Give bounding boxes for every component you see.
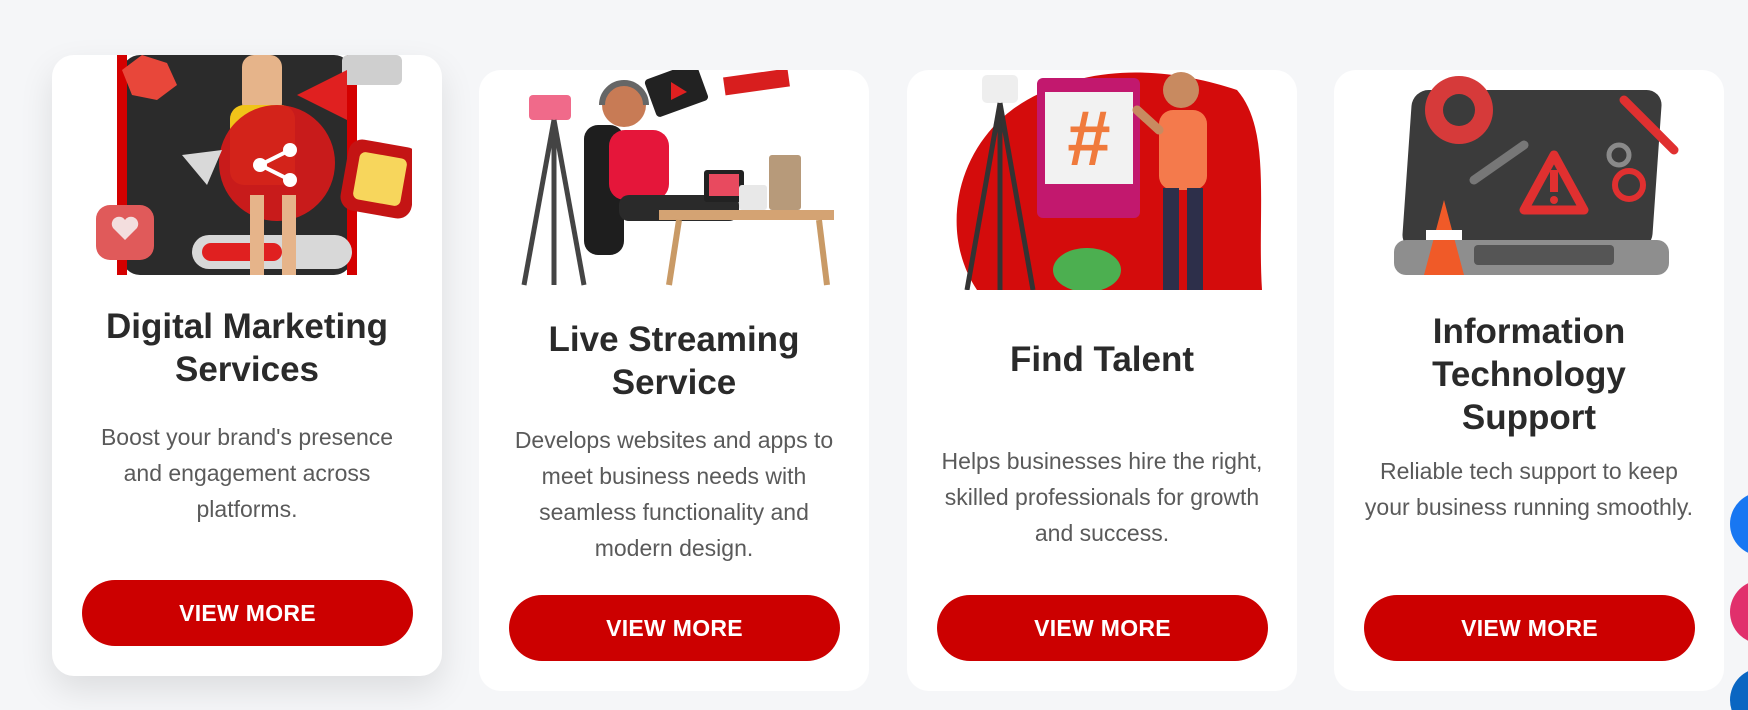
card-description: Develops websites and apps to meet busin… <box>514 427 834 561</box>
service-card-find-talent: # Find Talent Helps businesses hire the … <box>907 70 1297 691</box>
card-title: Digital Marketing Services <box>106 307 388 389</box>
card-description: Boost your brand's presence and engageme… <box>100 424 394 522</box>
card-title: Find Talent <box>1009 340 1195 379</box>
social-share-phone-illustration <box>52 55 442 275</box>
service-card-digital-marketing: Digital Marketing Services Boost your br… <box>52 55 442 676</box>
service-card-it-support: Information Technology Support Reliable … <box>1334 70 1724 691</box>
services-section: Digital Marketing Services Boost your br… <box>0 0 1748 710</box>
card-title: Information Technology Support <box>1432 312 1626 437</box>
view-more-button[interactable]: VIEW MORE <box>937 595 1268 661</box>
floating-share-button-2[interactable] <box>1730 580 1748 644</box>
card-description: Reliable tech support to keep your busin… <box>1364 458 1694 520</box>
card-title: Live Streaming Service <box>548 320 800 402</box>
streamer-desk-illustration <box>479 70 869 290</box>
hashtag-presenter-illustration: # <box>907 70 1297 290</box>
card-description: Helps businesses hire the right, skilled… <box>941 448 1263 546</box>
view-more-button[interactable]: VIEW MORE <box>1364 595 1695 661</box>
view-more-button[interactable]: VIEW MORE <box>509 595 840 661</box>
view-more-button[interactable]: VIEW MORE <box>82 580 413 646</box>
laptop-warning-tools-illustration <box>1334 70 1724 290</box>
svg-text:#: # <box>1067 94 1110 182</box>
floating-share-button-1[interactable] <box>1730 492 1748 556</box>
floating-share-button-3[interactable] <box>1730 668 1748 710</box>
service-card-live-streaming: Live Streaming Service Develops websites… <box>479 70 869 691</box>
